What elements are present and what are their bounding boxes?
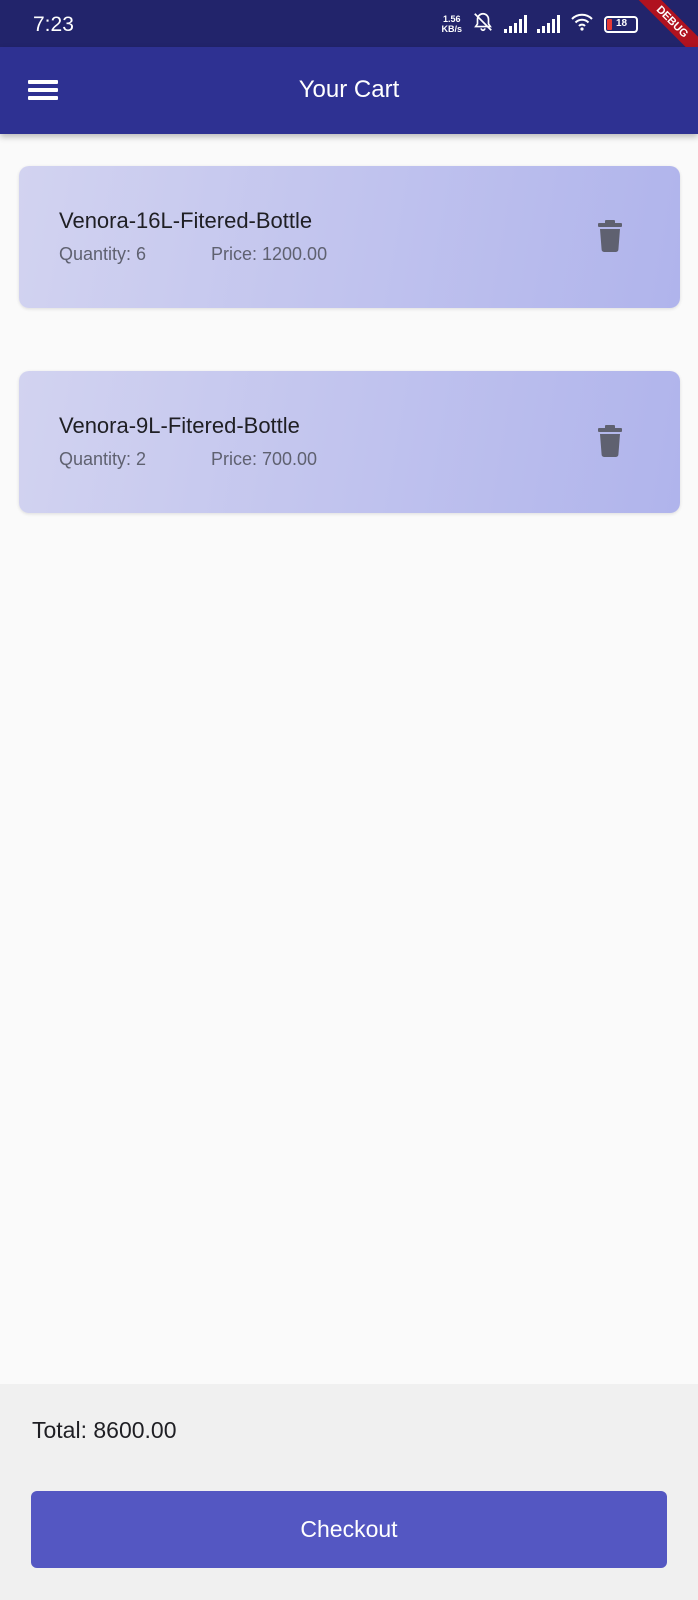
item-price: Price: 1200.00 [211,244,328,264]
delete-item-button[interactable] [597,220,623,252]
signal-strength-icon [504,15,527,33]
delete-item-button[interactable] [597,425,623,457]
item-name: Venora-9L-Fitered-Bottle [59,413,300,438]
page-title: Your Cart [298,76,400,103]
item-quantity: Quantity: 6 [59,244,147,264]
signal-strength-icon [537,15,560,33]
status-time: 7:23 [33,13,74,36]
cart-item: Venora-9L-Fitered-Bottle Quantity: 2 Pri… [19,371,680,513]
cart-total: Total: 8600.00 [32,1417,177,1443]
app-bar: Your Cart [0,47,698,134]
cart-screen: 7:23 1.56 KB/s 18 DEBUG Your Cart Venora… [0,0,698,1600]
status-icons: 1.56 KB/s 18 [441,12,638,36]
network-speed: 1.56 KB/s [441,14,462,34]
cart-item: Venora-16L-Fitered-Bottle Quantity: 6 Pr… [19,166,680,308]
trash-icon [598,220,622,252]
wifi-icon [570,12,594,37]
notifications-muted-icon [472,11,494,38]
battery-icon: 18 [604,15,638,33]
checkout-button[interactable]: Checkout [31,1491,667,1568]
battery-level: 18 [616,17,628,29]
item-name: Venora-16L-Fitered-Bottle [59,208,313,233]
cart-footer: Total: 8600.00 Checkout [0,1384,698,1600]
network-speed-value: 1.56 [442,14,461,24]
trash-icon [598,425,622,457]
status-bar: 7:23 1.56 KB/s 18 DEBUG [0,0,698,71]
network-speed-unit: KB/s [441,24,462,34]
item-price: Price: 700.00 [211,449,318,469]
item-quantity: Quantity: 2 [59,449,147,469]
